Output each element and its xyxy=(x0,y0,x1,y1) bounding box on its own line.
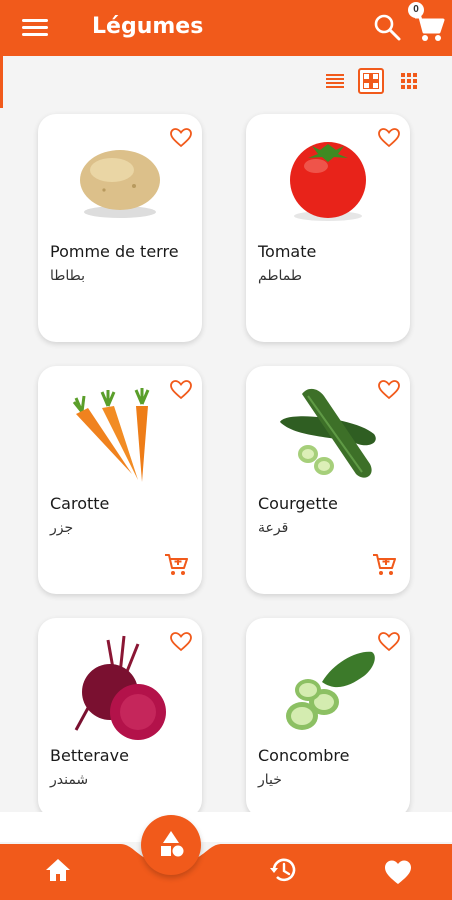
cucumber-image xyxy=(286,651,375,730)
add-to-cart-icon[interactable] xyxy=(372,552,396,576)
categories-button[interactable] xyxy=(141,815,201,875)
product-name: Concombre xyxy=(258,746,350,765)
grid-view-icon[interactable] xyxy=(358,68,384,94)
product-card[interactable]: Betterave شمندر xyxy=(38,618,202,818)
product-name: Tomate xyxy=(258,242,317,261)
product-arabic-name: بطاطا xyxy=(50,268,86,284)
cart-count-badge: 0 xyxy=(408,2,424,18)
zucchini-image xyxy=(280,388,376,478)
potato-image xyxy=(80,150,160,218)
bottom-nav-background xyxy=(0,812,452,842)
categories-icon xyxy=(161,831,184,857)
page-title: Légumes xyxy=(92,14,204,39)
list-view-icon[interactable] xyxy=(322,68,348,94)
tomato-image xyxy=(290,142,366,221)
product-name: Carotte xyxy=(50,494,110,513)
product-arabic-name: خيار xyxy=(258,772,282,788)
product-arabic-name: جزر xyxy=(50,520,74,536)
favorites-icon[interactable] xyxy=(383,857,413,887)
add-to-cart-icon[interactable] xyxy=(164,552,188,576)
product-card[interactable]: Pomme de terre بطاطا xyxy=(38,114,202,342)
product-arabic-name: شمندر xyxy=(50,772,89,788)
top-app-bar: Légumes 0 xyxy=(0,0,452,56)
search-icon[interactable] xyxy=(372,12,402,42)
product-arabic-name: طماطم xyxy=(258,268,302,284)
history-icon[interactable] xyxy=(268,855,298,885)
product-name: Courgette xyxy=(258,494,338,513)
app-root: Légumes 0 Pomme de terre بطاطا Tomate طم… xyxy=(0,0,452,900)
product-card[interactable]: Carotte جزر xyxy=(38,366,202,594)
product-name: Betterave xyxy=(50,746,129,765)
menu-icon[interactable] xyxy=(22,18,48,38)
product-card[interactable]: Courgette قرعة xyxy=(246,366,410,594)
beet-image xyxy=(74,635,166,740)
small-grid-view-icon[interactable] xyxy=(396,68,422,94)
carrot-image xyxy=(72,388,150,482)
product-arabic-name: قرعة xyxy=(258,520,289,536)
home-icon[interactable] xyxy=(43,855,73,885)
product-name: Pomme de terre xyxy=(50,242,179,261)
product-card[interactable]: Concombre خيار xyxy=(246,618,410,818)
product-card[interactable]: Tomate طماطم xyxy=(246,114,410,342)
accent-line xyxy=(0,56,3,108)
